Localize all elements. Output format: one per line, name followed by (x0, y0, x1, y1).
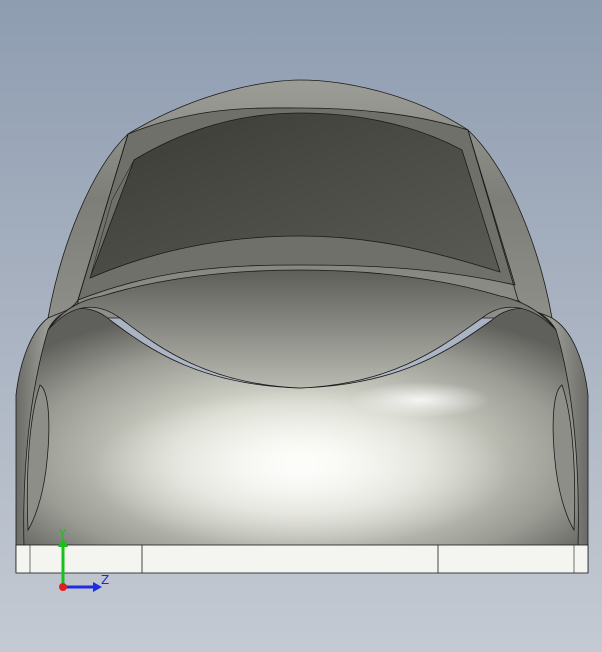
triad-axes-icon (58, 538, 102, 592)
z-axis-label: Z (101, 573, 110, 587)
coordinate-triad: Y Z (52, 528, 112, 598)
graphics-viewport[interactable]: Y Z (0, 0, 602, 652)
y-axis-label: Y (59, 527, 67, 541)
